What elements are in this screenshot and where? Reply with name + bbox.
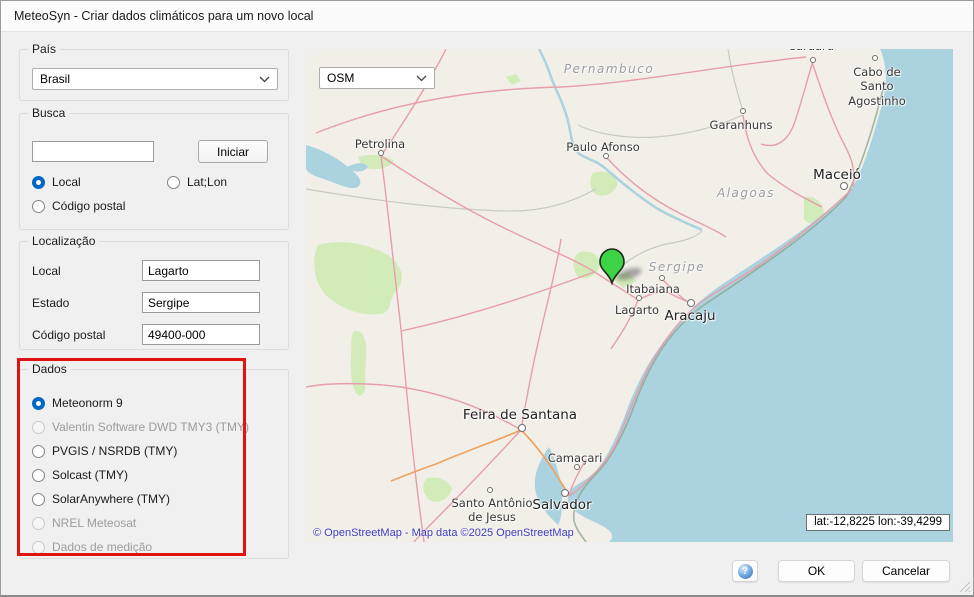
help-button[interactable]: ? xyxy=(732,560,758,582)
search-input[interactable] xyxy=(32,141,154,162)
codigo-postal-field[interactable] xyxy=(142,324,260,345)
radio-dados-option: Valentin Software DWD TMY3 (TMY) xyxy=(32,420,249,434)
map-base-layer xyxy=(306,49,953,542)
group-pais: País Brasil xyxy=(19,49,289,101)
radio-busca-option[interactable]: Local xyxy=(32,175,81,189)
radio-icon xyxy=(32,421,45,434)
radio-busca-option[interactable]: Lat;Lon xyxy=(167,175,227,189)
cursor-coordinates: lat:-12,8225 lon:-39,4299 xyxy=(806,514,950,531)
chevron-down-icon xyxy=(416,71,427,85)
radio-icon xyxy=(167,176,180,189)
group-pais-legend: País xyxy=(28,42,60,57)
radio-icon xyxy=(32,200,45,213)
radio-dados-option: Dados de medição xyxy=(32,540,152,554)
radio-dados-option[interactable]: SolarAnywhere (TMY) xyxy=(32,492,170,506)
radio-label: NREL Meteosat xyxy=(52,516,136,530)
radio-icon xyxy=(32,445,45,458)
radio-label: SolarAnywhere (TMY) xyxy=(52,492,170,506)
radio-dados-option: NREL Meteosat xyxy=(32,516,136,530)
country-select-value: Brasil xyxy=(40,72,70,86)
radio-label: Código postal xyxy=(52,199,125,213)
radio-label: Solcast (TMY) xyxy=(52,468,128,482)
radio-label: Lat;Lon xyxy=(187,175,227,189)
estado-field-label: Estado xyxy=(32,296,69,310)
map-canvas[interactable]: CaruaruCabo de Santo AgostinhoPernambuco… xyxy=(306,49,953,542)
codigo-postal-field-label: Código postal xyxy=(32,328,105,342)
radio-icon xyxy=(32,469,45,482)
map-layer-select[interactable]: OSM xyxy=(319,67,435,89)
radio-icon xyxy=(32,517,45,530)
cancel-button[interactable]: Cancelar xyxy=(862,560,950,582)
start-search-button[interactable]: Iniciar xyxy=(198,140,268,163)
group-localizacao-legend: Localização xyxy=(28,234,99,249)
group-busca: Busca Iniciar Local Lat;Lon Código posta… xyxy=(19,113,289,230)
group-dados-legend: Dados xyxy=(28,362,71,377)
radio-label: Valentin Software DWD TMY3 (TMY) xyxy=(52,420,249,434)
title-bar: MeteoSyn - Criar dados climáticos para u… xyxy=(1,1,973,32)
radio-label: PVGIS / NSRDB (TMY) xyxy=(52,444,177,458)
radio-busca-option[interactable]: Código postal xyxy=(32,199,125,213)
local-field[interactable] xyxy=(142,260,260,281)
window-title: MeteoSyn - Criar dados climáticos para u… xyxy=(14,9,313,23)
map-attribution-link[interactable]: © OpenStreetMap - Map data ©2025 OpenStr… xyxy=(313,527,574,539)
radio-icon xyxy=(32,397,45,410)
location-marker[interactable] xyxy=(596,245,660,294)
radio-dados-option[interactable]: Meteonorm 9 xyxy=(32,396,123,410)
chevron-down-icon xyxy=(259,72,270,86)
ok-button[interactable]: OK xyxy=(778,560,855,582)
group-dados: Dados Meteonorm 9 Valentin Software DWD … xyxy=(19,369,289,559)
estado-field[interactable] xyxy=(142,292,260,313)
radio-icon xyxy=(32,493,45,506)
radio-label: Local xyxy=(52,175,81,189)
country-select[interactable]: Brasil xyxy=(32,68,278,90)
local-field-label: Local xyxy=(32,264,61,278)
meteosyn-dialog: MeteoSyn - Criar dados climáticos para u… xyxy=(0,0,974,597)
radio-label: Meteonorm 9 xyxy=(52,396,123,410)
radio-dados-option[interactable]: Solcast (TMY) xyxy=(32,468,128,482)
help-icon: ? xyxy=(738,564,753,579)
radio-label: Dados de medição xyxy=(52,540,152,554)
radio-icon xyxy=(32,541,45,554)
radio-dados-option[interactable]: PVGIS / NSRDB (TMY) xyxy=(32,444,177,458)
resize-grip[interactable] xyxy=(959,581,971,593)
group-localizacao: Localização Local Estado Código postal xyxy=(19,241,289,350)
group-busca-legend: Busca xyxy=(28,106,69,121)
map-layer-select-value: OSM xyxy=(327,71,354,85)
radio-icon xyxy=(32,176,45,189)
